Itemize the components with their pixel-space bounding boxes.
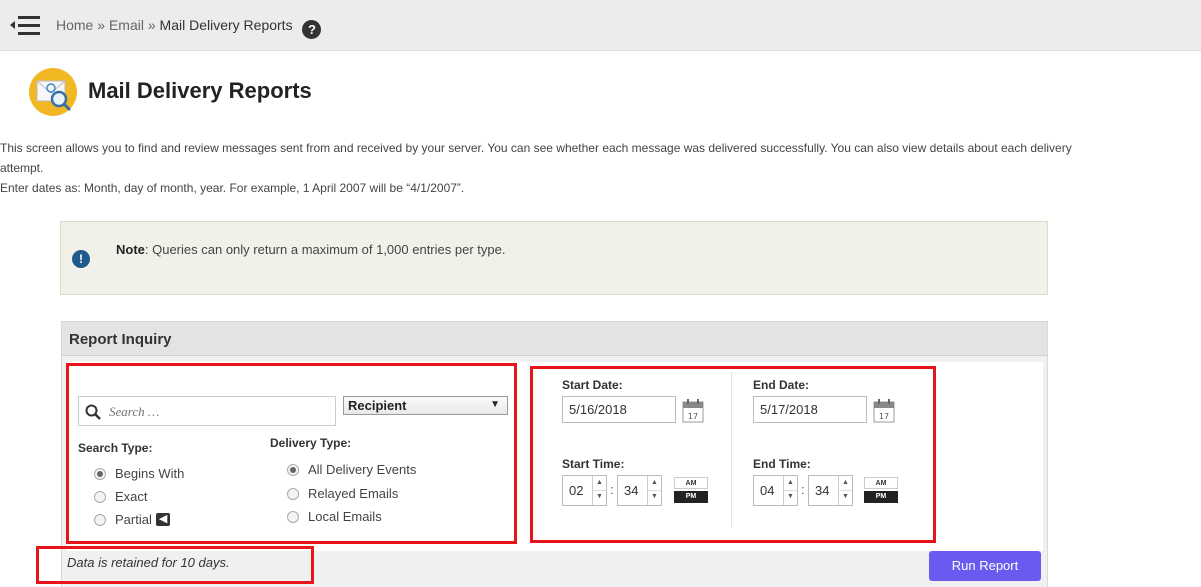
description-line: Enter dates as: Month, day of month, yea… (0, 181, 465, 195)
breadcrumb-email[interactable]: Email (109, 17, 144, 33)
panel-title: Report Inquiry (69, 331, 172, 348)
radio-label: Local Emails (308, 509, 382, 524)
radio-dot (94, 490, 106, 503)
hamburger-collapse-icon[interactable] (10, 14, 42, 36)
stepper-buttons: ▲ ▼ (592, 476, 606, 505)
am-option[interactable]: AM (674, 477, 708, 489)
radio-dot (94, 513, 106, 526)
description-line: This screen allows you to find and revie… (0, 141, 1072, 155)
radio-begins-with[interactable]: Begins With (94, 466, 184, 481)
panel-body (67, 362, 1043, 551)
note-label: Note (116, 242, 145, 257)
stepper-value: 04 (760, 483, 775, 498)
stepper-value: 02 (569, 483, 584, 498)
decrement-arrow-icon[interactable]: ▼ (593, 490, 606, 504)
description-line: attempt. (0, 161, 44, 175)
top-bar: Home » Email » Mail Delivery Reports ? (0, 0, 1201, 51)
stepper-buttons: ▲ ▼ (647, 476, 661, 505)
page-title: Mail Delivery Reports (88, 78, 312, 103)
radio-label: Exact (115, 489, 148, 504)
start-ampm-toggle[interactable]: AM PM (674, 477, 708, 503)
search-input[interactable] (107, 401, 331, 423)
note-callout: ! Note: Queries can only return a maximu… (60, 221, 1048, 295)
end-time-label: End Time: (753, 457, 811, 471)
radio-dot (287, 510, 299, 523)
increment-arrow-icon[interactable]: ▲ (593, 476, 606, 491)
radio-partial[interactable]: Partial ◀ (94, 512, 171, 527)
report-inquiry-panel: Report Inquiry (61, 321, 1048, 587)
calendar-icon[interactable]: 17 (873, 399, 895, 423)
calendar-day: 17 (688, 412, 698, 421)
decrement-arrow-icon[interactable]: ▼ (648, 490, 661, 504)
pm-option[interactable]: PM (864, 491, 898, 503)
pm-option[interactable]: PM (674, 491, 708, 503)
panel-header: Report Inquiry (62, 322, 1047, 356)
column-divider (731, 372, 732, 527)
start-hour-stepper[interactable]: 02 ▲ ▼ (562, 475, 607, 506)
am-option[interactable]: AM (864, 477, 898, 489)
radio-all-delivery-events[interactable]: All Delivery Events (287, 462, 416, 477)
radio-exact[interactable]: Exact (94, 489, 148, 504)
increment-arrow-icon[interactable]: ▲ (784, 476, 797, 491)
end-date-label: End Date: (753, 378, 810, 392)
info-circle-icon: ! (72, 250, 90, 268)
tag-icon: ◀ (155, 513, 171, 526)
end-ampm-toggle[interactable]: AM PM (864, 477, 898, 503)
end-minute-stepper[interactable]: 34 ▲ ▼ (808, 475, 853, 506)
radio-local-emails[interactable]: Local Emails (287, 509, 382, 524)
radio-label: All Delivery Events (308, 462, 417, 477)
breadcrumb-current: Mail Delivery Reports (159, 17, 293, 33)
time-separator: : (610, 482, 614, 497)
search-icon (85, 404, 101, 420)
question-circle-icon[interactable]: ? (302, 20, 322, 39)
increment-arrow-icon[interactable]: ▲ (648, 476, 661, 491)
mail-search-icon (28, 67, 78, 117)
increment-arrow-icon[interactable]: ▲ (839, 476, 852, 491)
chevron-down-icon: ▼ (490, 399, 500, 410)
retention-notice: Data is retained for 10 days. (67, 555, 230, 570)
breadcrumb-home[interactable]: Home (56, 17, 93, 33)
radio-dot (94, 467, 106, 480)
calendar-day: 17 (879, 412, 889, 421)
stepper-value: 34 (815, 483, 830, 498)
search-field (78, 396, 336, 426)
radio-label: Begins With (115, 466, 185, 481)
decrement-arrow-icon[interactable]: ▼ (839, 490, 852, 504)
radio-dot (287, 463, 299, 476)
stepper-buttons: ▲ ▼ (838, 476, 852, 505)
radio-dot (287, 487, 299, 500)
decrement-arrow-icon[interactable]: ▼ (784, 490, 797, 504)
time-separator: : (801, 482, 805, 497)
stepper-buttons: ▲ ▼ (783, 476, 797, 505)
start-time-label: Start Time: (562, 457, 625, 471)
search-field-select[interactable]: Recipient ▼ (343, 396, 508, 415)
run-report-button[interactable]: Run Report (929, 551, 1041, 581)
radio-relayed-emails[interactable]: Relayed Emails (287, 486, 398, 501)
calendar-icon[interactable]: 17 (682, 399, 704, 423)
end-date-input[interactable]: 5/17/2018 (753, 396, 867, 423)
breadcrumb: Home » Email » Mail Delivery Reports ? (56, 17, 322, 39)
stepper-value: 34 (624, 483, 639, 498)
note-body: : Queries can only return a maximum of 1… (144, 242, 506, 257)
breadcrumb-separator: » (147, 17, 156, 33)
page-description: This screen allows you to find and revie… (0, 138, 1201, 198)
note-text: Note: Queries can only return a maximum … (116, 242, 505, 257)
end-hour-stepper[interactable]: 04 ▲ ▼ (753, 475, 798, 506)
start-date-input[interactable]: 5/16/2018 (562, 396, 676, 423)
select-value: Recipient (348, 398, 407, 413)
radio-label: Relayed Emails (308, 486, 399, 501)
radio-label: Partial (115, 512, 152, 527)
delivery-type-label: Delivery Type: (270, 436, 352, 450)
start-minute-stepper[interactable]: 34 ▲ ▼ (617, 475, 662, 506)
search-type-label: Search Type: (78, 441, 153, 455)
start-date-label: Start Date: (562, 378, 623, 392)
breadcrumb-separator: » (97, 17, 106, 33)
